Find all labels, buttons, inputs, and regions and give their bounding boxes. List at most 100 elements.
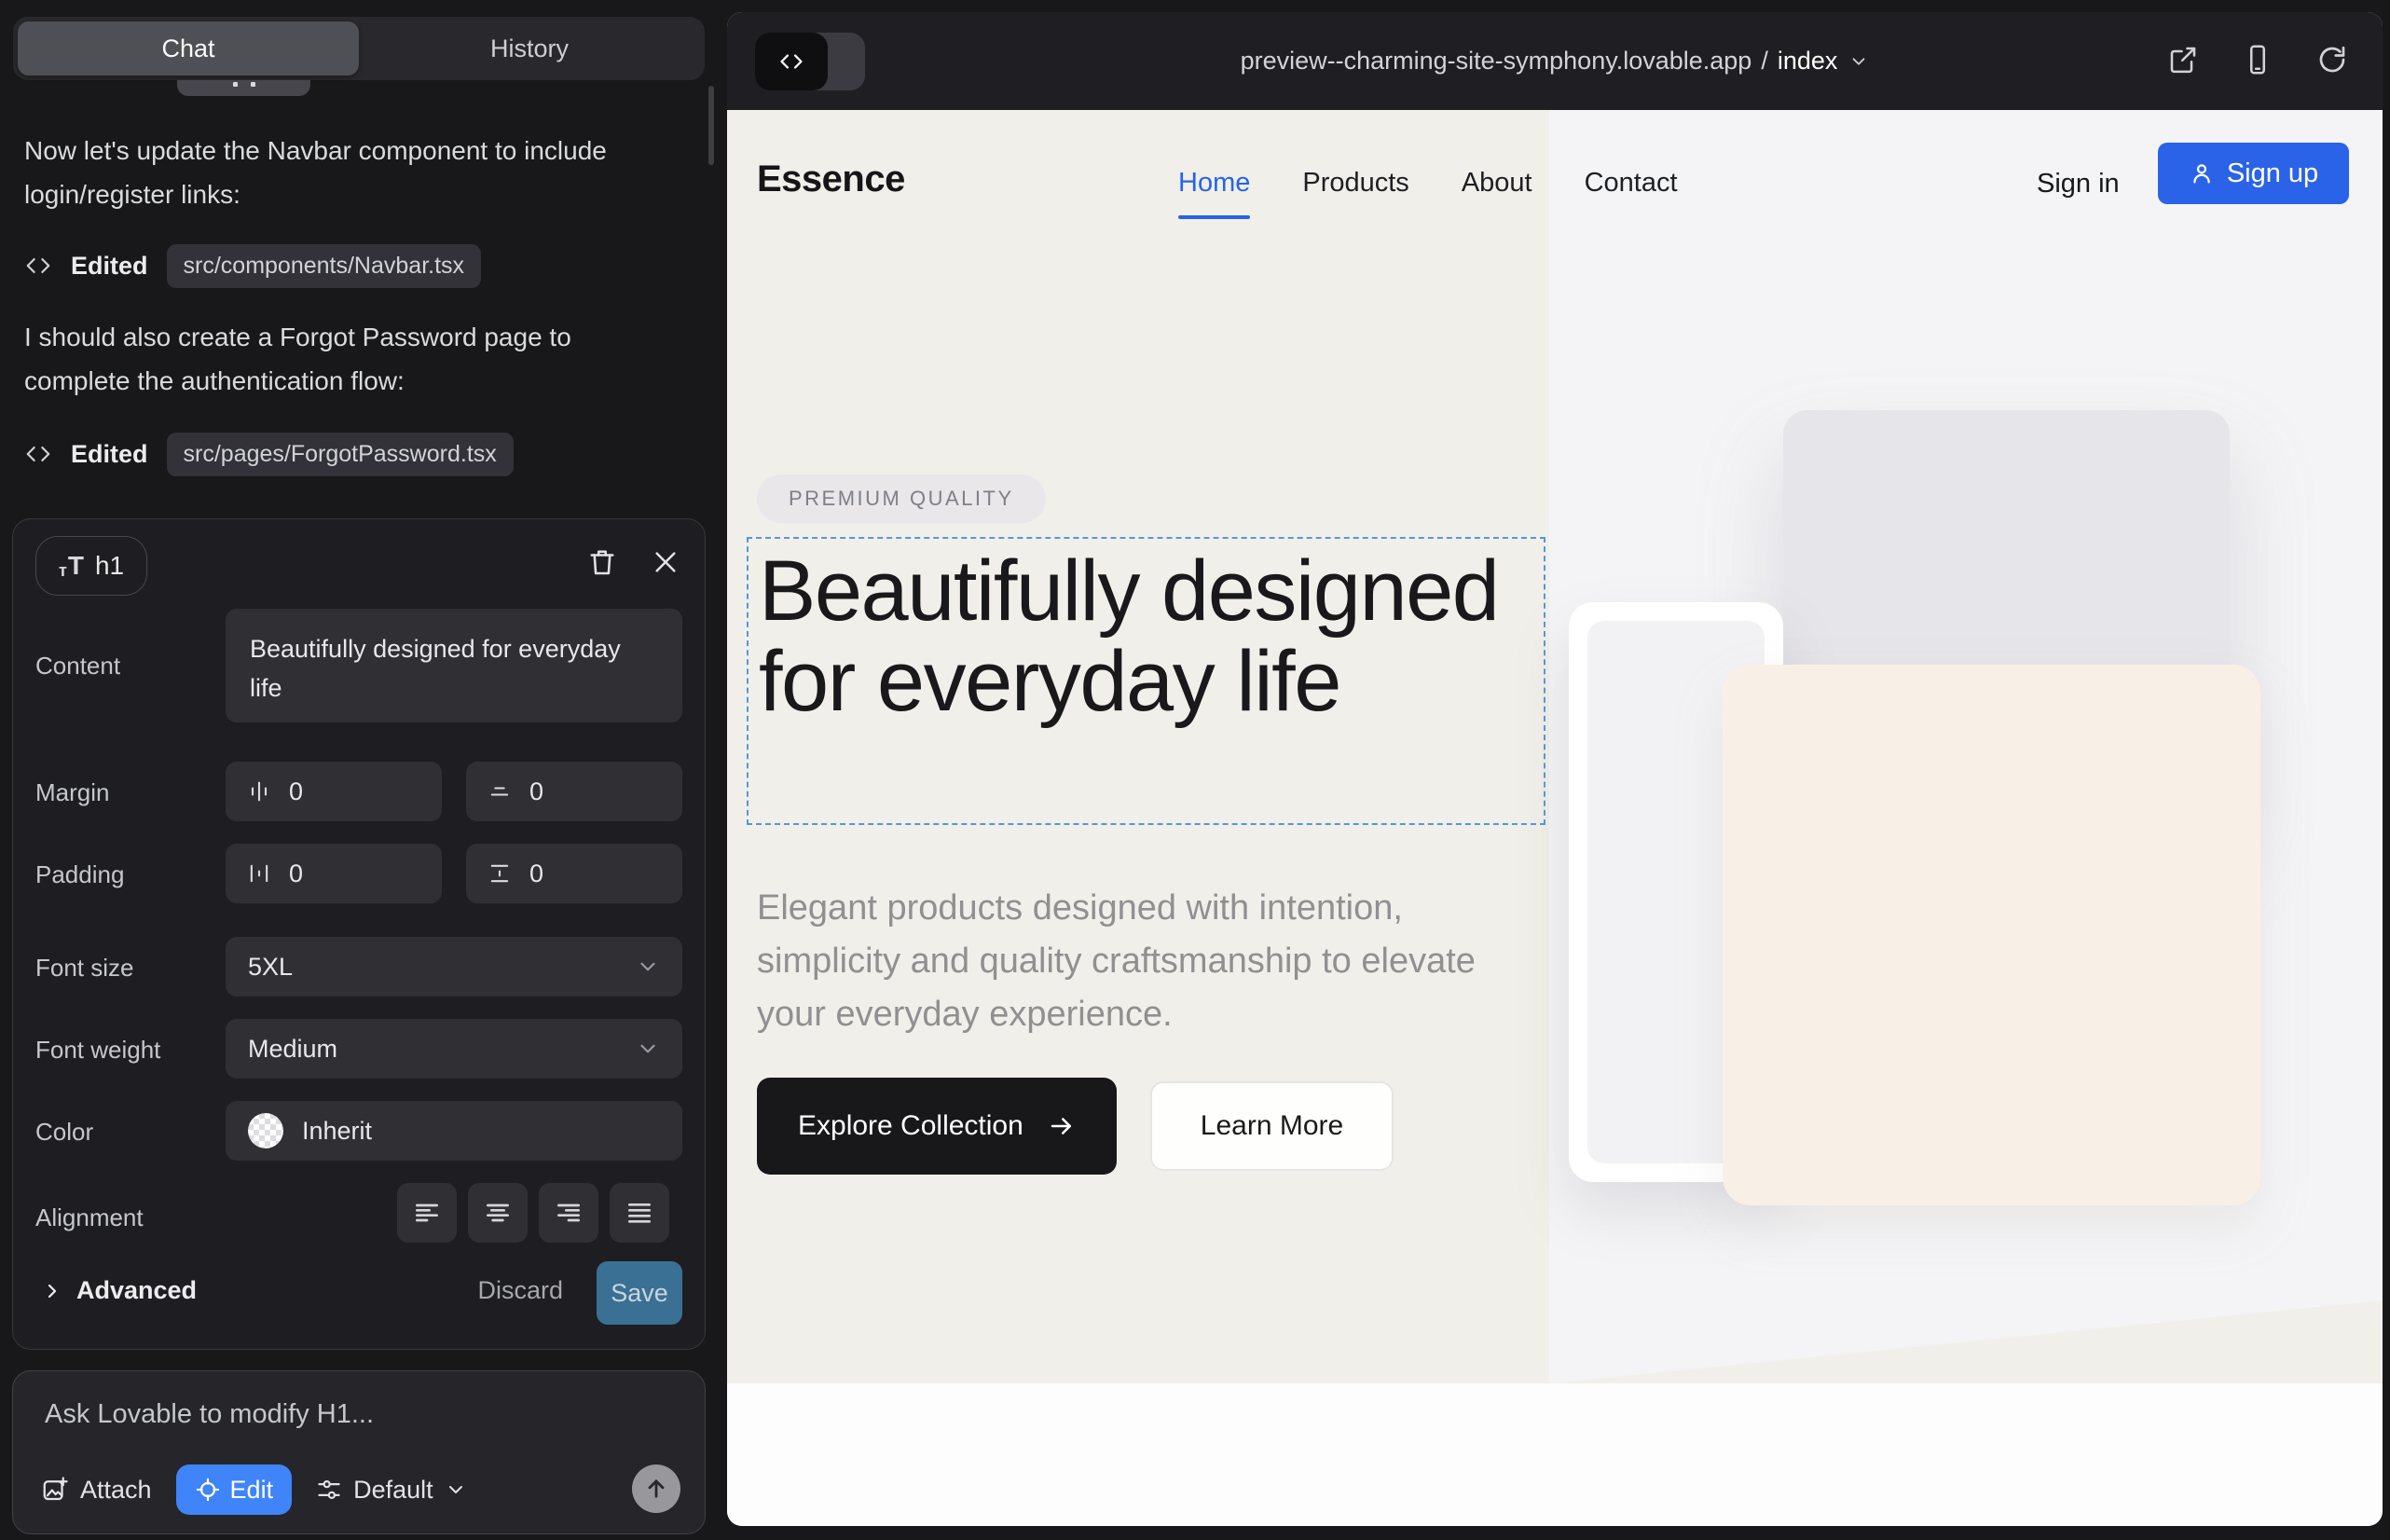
chevron-down-icon	[636, 955, 660, 979]
composer-input[interactable]	[45, 1399, 641, 1430]
close-icon[interactable]	[651, 547, 680, 577]
clipped-file-pill	[177, 80, 310, 96]
align-right-icon	[554, 1198, 584, 1228]
align-justify-button[interactable]	[610, 1183, 669, 1243]
code-preview-toggle[interactable]	[755, 33, 865, 90]
nav-about[interactable]: About	[1462, 168, 1532, 199]
align-left-icon	[412, 1198, 442, 1228]
alignment-label: Alignment	[35, 1203, 144, 1232]
code-icon	[755, 33, 828, 90]
margin-y-field[interactable]: 0	[466, 762, 682, 821]
align-center-button[interactable]	[468, 1183, 528, 1243]
url-text: preview--charming-site-symphony.lovable.…	[1241, 47, 1752, 76]
preview-browser: preview--charming-site-symphony.lovable.…	[727, 12, 2383, 1526]
send-button[interactable]	[632, 1464, 680, 1513]
margin-vertical-icon	[487, 778, 513, 804]
refresh-icon[interactable]	[2315, 43, 2349, 76]
font-size-label: Font size	[35, 954, 134, 983]
site-logo[interactable]: Essence	[757, 158, 905, 200]
edited-file-row[interactable]: Edited src/components/Navbar.tsx	[24, 242, 481, 289]
attach-button[interactable]: Attach	[41, 1476, 152, 1505]
file-path-badge[interactable]: src/pages/ForgotPassword.tsx	[167, 433, 514, 476]
nav-products[interactable]: Products	[1302, 168, 1408, 199]
nav-contact[interactable]: Contact	[1585, 168, 1678, 199]
font-size-select[interactable]: 5XL	[226, 937, 682, 997]
code-icon	[24, 252, 52, 280]
open-in-new-icon[interactable]	[2166, 43, 2200, 76]
padding-horizontal-icon	[246, 860, 272, 887]
align-right-button[interactable]	[539, 1183, 598, 1243]
chat-scrollbar[interactable]	[708, 86, 714, 165]
mobile-view-icon[interactable]	[2241, 43, 2274, 76]
browser-actions	[2166, 43, 2349, 76]
element-editor-panel: тT h1 Content Beautifully designed for e…	[12, 518, 706, 1350]
edited-label: Edited	[71, 252, 148, 281]
padding-x-value: 0	[289, 859, 303, 888]
margin-x-value: 0	[289, 777, 303, 806]
padding-y-field[interactable]: 0	[466, 844, 682, 903]
delete-element-button[interactable]	[585, 545, 619, 579]
align-left-button[interactable]	[397, 1183, 457, 1243]
chevron-down-icon	[445, 1478, 467, 1501]
default-mode-button[interactable]: Default	[316, 1476, 467, 1505]
url-bar[interactable]: preview--charming-site-symphony.lovable.…	[1241, 47, 1870, 76]
learn-more-button[interactable]: Learn More	[1150, 1081, 1394, 1171]
hero-heading[interactable]: Beautifully designed for everyday life	[759, 546, 1546, 727]
hero-cta-row: Explore Collection Learn More	[757, 1078, 1394, 1175]
preview-content: Essence Home Products About Contact Sign…	[727, 110, 2383, 1526]
selected-element-chip[interactable]: тT h1	[35, 536, 147, 596]
tab-chat[interactable]: Chat	[18, 21, 359, 76]
composer-toolbar: Attach Edit Default	[41, 1464, 467, 1515]
color-select[interactable]: Inherit	[226, 1101, 682, 1161]
file-path-badge[interactable]: src/components/Navbar.tsx	[167, 244, 482, 288]
content-label: Content	[35, 652, 120, 681]
margin-x-field[interactable]: 0	[226, 762, 442, 821]
chevron-down-icon	[1848, 51, 1869, 72]
chat-composer: Attach Edit Default	[12, 1370, 706, 1534]
explore-collection-label: Explore Collection	[798, 1110, 1023, 1142]
sign-in-link[interactable]: Sign in	[2037, 169, 2120, 199]
assistant-message: Now let's update the Navbar component to…	[24, 129, 682, 216]
color-label: Color	[35, 1118, 93, 1147]
assistant-message: I should also create a Forgot Password p…	[24, 315, 682, 403]
chat-history-tabbar: Chat History	[13, 17, 705, 80]
decor-card-cream	[1723, 665, 2260, 1205]
margin-horizontal-icon	[246, 778, 272, 804]
hero-paragraph: Elegant products designed with intention…	[757, 882, 1517, 1041]
font-weight-label: Font weight	[35, 1036, 160, 1065]
advanced-label: Advanced	[76, 1276, 197, 1305]
chevron-down-icon	[636, 1037, 660, 1061]
target-icon	[195, 1477, 221, 1503]
font-weight-select[interactable]: Medium	[226, 1019, 682, 1079]
edit-mode-button[interactable]: Edit	[176, 1464, 293, 1515]
save-button[interactable]: Save	[597, 1261, 682, 1325]
align-center-icon	[483, 1198, 513, 1228]
nav-home[interactable]: Home	[1178, 168, 1250, 199]
arrow-up-icon	[643, 1476, 669, 1502]
padding-y-value: 0	[529, 859, 543, 888]
code-icon	[24, 440, 52, 468]
advanced-toggle[interactable]: Advanced	[41, 1276, 197, 1305]
discard-button[interactable]: Discard	[477, 1276, 563, 1305]
padding-vertical-icon	[487, 860, 513, 887]
padding-label: Padding	[35, 860, 124, 889]
url-separator: /	[1761, 47, 1768, 76]
attach-image-icon	[41, 1476, 69, 1504]
explore-collection-button[interactable]: Explore Collection	[757, 1078, 1117, 1175]
edited-file-row[interactable]: Edited src/pages/ForgotPassword.tsx	[24, 431, 514, 477]
edit-label: Edit	[230, 1476, 274, 1505]
padding-x-field[interactable]: 0	[226, 844, 442, 903]
tab-history[interactable]: History	[359, 21, 700, 76]
typography-icon: тT	[59, 553, 84, 579]
content-textarea[interactable]: Beautifully designed for everyday life	[226, 609, 682, 722]
url-path: index	[1778, 47, 1838, 76]
font-weight-value: Medium	[248, 1035, 337, 1064]
margin-label: Margin	[35, 778, 109, 807]
premium-badge: PREMIUM QUALITY	[757, 474, 1046, 523]
color-swatch	[248, 1113, 283, 1148]
sign-up-button[interactable]: Sign up	[2158, 143, 2349, 204]
user-icon	[2189, 160, 2215, 186]
browser-topbar: preview--charming-site-symphony.lovable.…	[727, 12, 2383, 110]
alignment-group	[397, 1183, 669, 1243]
arrow-right-icon	[1048, 1112, 1076, 1140]
